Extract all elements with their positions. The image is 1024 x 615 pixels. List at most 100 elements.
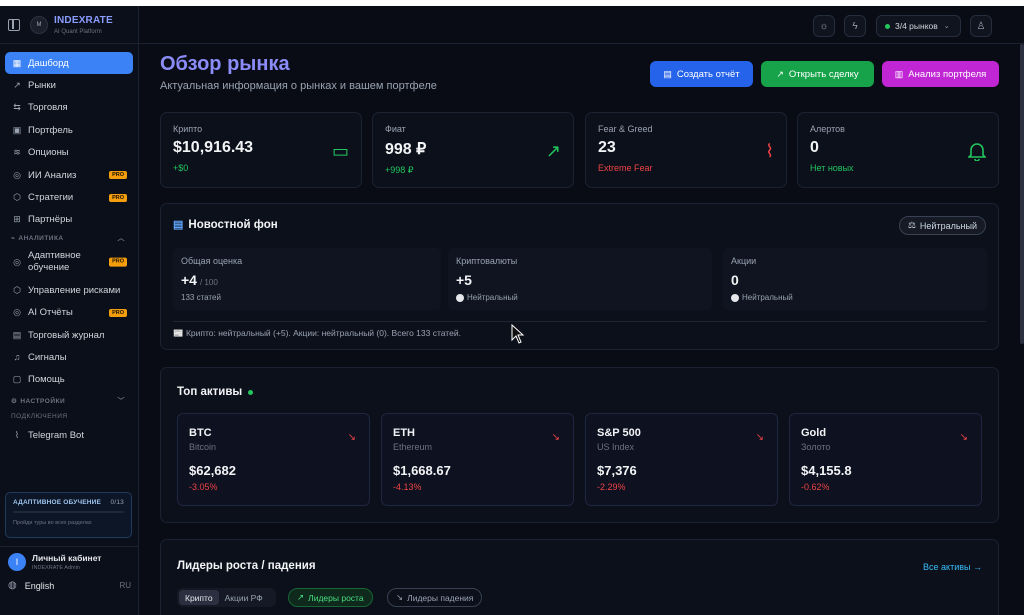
account-subtitle: INDEXRATE Admin	[32, 565, 80, 571]
profile-button[interactable]: ♙	[970, 15, 992, 37]
sidebar-toggle-icon[interactable]	[8, 18, 20, 31]
tab-crypto[interactable]: Крипто	[179, 590, 219, 605]
news-cell-label: Общая оценка	[181, 256, 243, 266]
sidebar-item-signals[interactable]: ♫ Сигналы	[5, 346, 133, 368]
sidebar-item-label: Рынки	[28, 80, 56, 92]
sidebar-item-options[interactable]: ≋ Опционы	[5, 142, 133, 164]
growth-leaders-button[interactable]: ↗ Лидеры роста	[288, 588, 373, 607]
news-title: Новостной фон	[188, 218, 278, 231]
pro-badge: PRO	[109, 171, 127, 180]
sidebar-item-label: Telegram Bot	[28, 429, 84, 441]
analytics-section-header[interactable]: ⌁ АНАЛИТИКА ︿	[5, 231, 133, 245]
portfolio-analysis-button[interactable]: ▥ Анализ портфеля	[882, 61, 999, 87]
asset-card-btc[interactable]: BTC Bitcoin $62,682 -3.05% ↘	[177, 413, 370, 506]
scale-icon: ⚖	[907, 220, 916, 230]
sidebar-item-strategies[interactable]: ⬡ Стратегии PRO	[5, 186, 133, 208]
top-assets-title: Топ активы	[177, 386, 243, 398]
sidebar-item-dashboard[interactable]: ▦ Дашборд	[5, 52, 133, 75]
news-cell-sub: Нейтральный	[456, 293, 704, 302]
news-cell-sub: Нейтральный	[731, 293, 979, 302]
open-trade-button[interactable]: ↗ Открыть сделку	[761, 61, 874, 87]
stat-sub: +$0	[173, 163, 189, 173]
settings-section-header[interactable]: ⚙ НАСТРОЙКИ ﹀	[5, 394, 133, 408]
stat-label: Крипто	[173, 124, 203, 134]
all-assets-link[interactable]: Все активы →	[923, 562, 982, 572]
portfolio-analysis-label: Анализ портфеля	[908, 68, 987, 80]
tab-ru-stocks[interactable]: Акции РФ	[219, 590, 269, 605]
chevron-down-icon: ﹀	[117, 398, 125, 406]
asset-card-eth[interactable]: ETH Ethereum $1,668.67 -4.13% ↘	[381, 413, 574, 506]
sidebar-item-label: Дашборд	[28, 57, 69, 69]
pro-badge: PRO	[109, 193, 127, 202]
document-icon: ▤	[663, 68, 672, 79]
stat-card-alerts[interactable]: Алертов 0 Нет новых	[797, 112, 999, 188]
sidebar-item-adaptive-learning[interactable]: ◎ Адаптивное обучение PRO	[5, 245, 133, 279]
account-link[interactable]: I Личный кабинет INDEXRATE Admin	[8, 553, 131, 571]
chevron-down-icon: ⌄	[943, 23, 950, 30]
sidebar-item-help[interactable]: ▢ Помощь	[5, 369, 133, 391]
swap-icon: ⇆	[13, 102, 21, 113]
news-cell-stocks: Акции 0 Нейтральный	[723, 248, 987, 310]
connections-label: ПОДКЛЮЧЕНИЯ	[11, 412, 68, 420]
pulse-icon: ⌇	[14, 429, 20, 440]
asset-name: Bitcoin	[189, 442, 217, 452]
brain-icon: ◎	[13, 169, 21, 180]
news-cell-sub: 133 статей	[181, 293, 221, 302]
adaptive-count: 0/13	[110, 499, 124, 506]
asset-name: Ethereum	[393, 442, 433, 452]
create-report-button[interactable]: ▤ Создать отчёт	[650, 61, 753, 87]
shield-icon: ⬡	[13, 192, 21, 203]
stat-label: Алертов	[810, 124, 845, 134]
quick-actions-button[interactable]: ϟ	[844, 15, 866, 37]
news-cell-overall: Общая оценка +4/ 100 133 статей	[173, 248, 441, 310]
stat-sub: Extreme Fear	[598, 163, 653, 173]
sidebar-item-trade-journal[interactable]: ▤ Торговый журнал	[5, 324, 133, 346]
stat-card-fear-greed[interactable]: Fear & Greed 23 Extreme Fear ⌇	[585, 112, 787, 188]
asset-price: $7,376	[597, 463, 637, 478]
sidebar-item-markets[interactable]: ↗ Рынки	[5, 74, 133, 96]
fall-leaders-button[interactable]: ↘ Лидеры падения	[387, 588, 483, 607]
stat-value: 998 ₽	[385, 141, 427, 158]
sidebar-item-telegram-bot[interactable]: ⌇ Telegram Bot	[5, 424, 133, 446]
stat-card-fiat[interactable]: Фиат 998 ₽ +998 ₽ ↗	[372, 112, 574, 188]
asset-card-gold[interactable]: Gold Золото $4,155.8 -0.62% ↘	[789, 413, 982, 506]
sidebar-item-risk-management[interactable]: ⬡ Управление рисками	[5, 279, 133, 301]
stat-value: $10,916.43	[173, 139, 254, 156]
account-name: Личный кабинет	[32, 553, 102, 563]
news-panel: ▤ Новостной фон ⚖ Нейтральный Общая оцен…	[160, 203, 999, 350]
sidebar-item-ai-analysis[interactable]: ◎ ИИ Анализ PRO	[5, 164, 133, 186]
pro-badge: PRO	[109, 308, 127, 317]
theme-toggle-button[interactable]: ☼	[813, 15, 835, 37]
news-cell-sentiment: Нейтральный	[742, 293, 793, 302]
analytics-icon: ⌁	[11, 235, 16, 243]
news-summary: 📰 Крипто: нейтральный (+5). Акции: нейтр…	[173, 328, 461, 338]
brand-subtitle: AI Quant Platform	[54, 28, 102, 35]
sidebar-item-label: Сигналы	[28, 351, 67, 363]
trend-down-icon: ↘	[396, 592, 404, 602]
bell-icon: ♫	[13, 352, 21, 363]
globe-icon: ◍	[8, 580, 17, 591]
asset-price: $4,155.8	[801, 463, 852, 478]
chevron-up-icon: ︿	[117, 235, 125, 243]
language-code: RU	[119, 581, 131, 590]
language-switcher[interactable]: ◍ English RU	[8, 580, 131, 591]
sidebar-item-label: Опционы	[28, 147, 69, 159]
trend-icon: ↗	[13, 80, 21, 91]
scrollbar[interactable]	[1020, 44, 1024, 344]
sidebar-item-ai-reports[interactable]: ◎ AI Отчёты PRO	[5, 302, 133, 324]
asset-symbol: Gold	[801, 427, 827, 439]
sidebar-item-label: Стратегии	[28, 192, 74, 204]
bar-chart-icon: ▥	[894, 68, 904, 79]
neutral-dot-icon	[731, 293, 739, 302]
grid-icon: ▦	[12, 57, 22, 68]
asset-name: Золото	[801, 442, 831, 452]
adaptive-learning-widget[interactable]: АДАПТИВНОЕ ОБУЧЕНИЕ 0/13 Пройди туры во …	[5, 492, 132, 538]
markets-dropdown[interactable]: 3/4 рынков ⌄	[876, 15, 961, 37]
sidebar-item-trading[interactable]: ⇆ Торговля	[5, 97, 133, 119]
sidebar-item-portfolio[interactable]: ▣ Портфель	[5, 119, 133, 141]
stat-card-crypto[interactable]: Крипто $10,916.43 +$0 ▭	[160, 112, 362, 188]
sentiment-badge[interactable]: ⚖ Нейтральный	[898, 216, 986, 235]
news-cell-label: Акции	[731, 256, 757, 266]
asset-card-sp500[interactable]: S&P 500 US Index $7,376 -2.29% ↘	[585, 413, 778, 506]
sidebar-item-partners[interactable]: ⊞ Партнёры	[5, 209, 133, 231]
